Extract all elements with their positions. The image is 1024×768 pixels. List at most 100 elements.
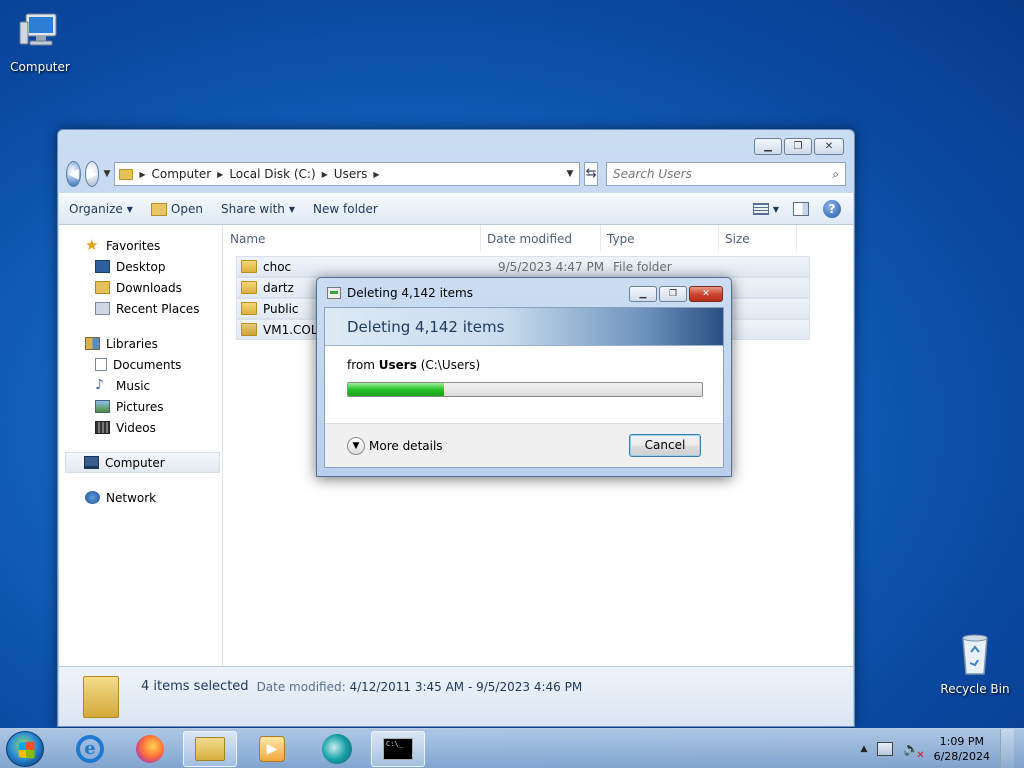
organize-button[interactable]: Organize ▼ bbox=[69, 202, 133, 216]
new-folder-label: New folder bbox=[313, 202, 378, 216]
nav-videos[interactable]: Videos bbox=[59, 417, 222, 438]
address-dropdown-icon[interactable]: ▼ bbox=[560, 169, 579, 179]
breadcrumb-local-disk[interactable]: Local Disk (C:) bbox=[229, 167, 315, 181]
share-with-button[interactable]: Share with ▼ bbox=[221, 202, 295, 216]
selection-count: 4 items selected bbox=[141, 679, 249, 694]
folder-icon bbox=[241, 302, 257, 315]
nav-favorites[interactable]: ★ Favorites bbox=[59, 235, 222, 256]
search-icon[interactable]: ⌕ bbox=[832, 167, 839, 182]
dialog-window-controls: ▁ ❐ ✕ bbox=[629, 286, 723, 302]
chevron-right-icon[interactable]: ▶ bbox=[322, 170, 328, 179]
address-bar[interactable]: ▶ Computer ▶ Local Disk (C:) ▶ Users ▶ ▼ bbox=[114, 162, 581, 186]
recent-places-icon bbox=[95, 302, 110, 315]
folder-icon bbox=[241, 281, 257, 294]
desktop-icon-computer[interactable]: Computer bbox=[0, 8, 80, 74]
taskbar-media-player[interactable]: ▶ bbox=[245, 731, 299, 767]
nav-desktop[interactable]: Desktop bbox=[59, 256, 222, 277]
nav-label: Pictures bbox=[116, 399, 164, 414]
more-details-label: More details bbox=[369, 438, 443, 453]
file-row[interactable]: choc 9/5/2023 4:47 PM File folder bbox=[236, 256, 810, 277]
navigation-bar: ◀ ▶ ▼ ▶ Computer ▶ Local Disk (C:) ▶ Use… bbox=[66, 161, 847, 187]
minimize-button[interactable]: ▁ bbox=[754, 138, 782, 155]
nav-documents[interactable]: Documents bbox=[59, 354, 222, 375]
windows-explorer-icon bbox=[195, 737, 225, 761]
new-folder-button[interactable]: New folder bbox=[313, 202, 378, 216]
desktop-icon bbox=[95, 260, 110, 273]
preview-pane-icon[interactable] bbox=[793, 202, 809, 216]
maximize-button[interactable]: ❐ bbox=[784, 138, 812, 155]
delete-progress-dialog[interactable]: Deleting 4,142 items ▁ ❐ ✕ Deleting 4,14… bbox=[316, 277, 732, 477]
taskbar-windows-explorer[interactable] bbox=[183, 731, 237, 767]
internet-explorer-icon: e bbox=[76, 735, 104, 763]
command-prompt-icon: C:\_ bbox=[383, 738, 413, 760]
breadcrumb-users[interactable]: Users bbox=[334, 167, 368, 181]
dialog-footer: ▼ More details Cancel bbox=[325, 423, 723, 467]
network-status-icon[interactable] bbox=[877, 742, 894, 756]
forward-button[interactable]: ▶ bbox=[84, 161, 100, 187]
nav-label: Videos bbox=[116, 420, 156, 435]
nav-pictures[interactable]: Pictures bbox=[59, 396, 222, 417]
desktop-icon-recycle-bin[interactable]: Recycle Bin bbox=[935, 630, 1015, 696]
selection-date-modified: Date modified: 4/12/2011 3:45 AM - 9/5/2… bbox=[257, 680, 583, 694]
pictures-icon bbox=[95, 400, 110, 413]
nav-libraries[interactable]: Libraries bbox=[59, 333, 222, 354]
downloads-icon bbox=[95, 281, 110, 294]
chevron-right-icon[interactable]: ▶ bbox=[373, 170, 379, 179]
from-path: (C:\Users) bbox=[420, 358, 481, 372]
dialog-close-button[interactable]: ✕ bbox=[689, 286, 723, 302]
search-placeholder: Search Users bbox=[613, 167, 692, 181]
caret-down-icon[interactable]: ▼ bbox=[773, 205, 779, 214]
progress-bar bbox=[347, 382, 703, 397]
refresh-button[interactable]: ⇆ bbox=[584, 162, 599, 186]
change-view-button[interactable]: ▼ bbox=[752, 203, 779, 215]
file-date: 9/5/2023 4:47 PM bbox=[498, 259, 605, 274]
help-icon[interactable]: ? bbox=[823, 200, 841, 218]
start-button[interactable] bbox=[6, 731, 44, 767]
from-folder: Users bbox=[378, 358, 417, 372]
show-desktop-button[interactable] bbox=[1000, 729, 1014, 768]
file-operation-icon bbox=[327, 287, 341, 299]
close-button[interactable]: ✕ bbox=[814, 138, 844, 155]
recent-pages-dropdown[interactable]: ▼ bbox=[103, 169, 110, 179]
nav-recent-places[interactable]: Recent Places bbox=[59, 298, 222, 319]
column-header-date-modified[interactable]: Date modified bbox=[481, 225, 601, 251]
nav-computer[interactable]: Computer bbox=[65, 452, 220, 473]
file-name: choc bbox=[263, 259, 292, 274]
nav-label: Downloads bbox=[116, 280, 182, 295]
folders-icon bbox=[83, 675, 119, 718]
nav-label: Favorites bbox=[106, 238, 161, 253]
more-details-toggle[interactable]: ▼ More details bbox=[347, 436, 443, 455]
cancel-button[interactable]: Cancel bbox=[629, 434, 701, 457]
chevron-right-icon[interactable]: ▶ bbox=[217, 170, 223, 179]
window-controls: ▁ ❐ ✕ bbox=[754, 138, 844, 155]
taskbar-command-prompt[interactable]: C:\_ bbox=[371, 731, 425, 767]
search-input[interactable]: Search Users ⌕ bbox=[606, 162, 847, 186]
command-bar: Organize ▼ Open Share with ▼ New folder … bbox=[59, 193, 853, 225]
ghost-app-icon bbox=[322, 734, 352, 764]
open-button[interactable]: Open bbox=[150, 202, 203, 216]
dialog-minimize-button[interactable]: ▁ bbox=[629, 286, 657, 302]
nav-network[interactable]: Network bbox=[59, 487, 222, 508]
date-modified-label: Date modified: bbox=[256, 679, 346, 694]
dialog-maximize-button[interactable]: ❐ bbox=[659, 286, 687, 302]
taskbar-firefox[interactable] bbox=[123, 731, 177, 767]
media-player-icon: ▶ bbox=[259, 736, 285, 762]
volume-muted-icon[interactable]: 🔈 ✕ bbox=[903, 742, 924, 761]
clock[interactable]: 1:09 PM 6/28/2024 bbox=[930, 734, 990, 764]
libraries-icon bbox=[85, 337, 100, 350]
taskbar: e ▶ C:\_ ▲ 🔈 ✕ 1:09 PM 6/28/2024 bbox=[0, 728, 1024, 768]
chevron-right-icon[interactable]: ▶ bbox=[139, 170, 145, 179]
column-header-size[interactable]: Size bbox=[719, 225, 797, 251]
back-button[interactable]: ◀ bbox=[66, 161, 81, 187]
column-header-name[interactable]: Name bbox=[224, 225, 481, 251]
nav-downloads[interactable]: Downloads bbox=[59, 277, 222, 298]
taskbar-internet-explorer[interactable]: e bbox=[63, 731, 117, 767]
show-hidden-icons-arrow-icon[interactable]: ▲ bbox=[860, 744, 867, 754]
breadcrumb-computer[interactable]: Computer bbox=[152, 167, 212, 181]
nav-music[interactable]: ♪ Music bbox=[59, 375, 222, 396]
column-header-type[interactable]: Type bbox=[601, 225, 719, 251]
network-icon bbox=[85, 491, 100, 504]
details-pane: 4 items selected Date modified: 4/12/201… bbox=[59, 666, 853, 726]
taskbar-ghost-app[interactable] bbox=[310, 731, 364, 767]
desktop-icon-label: Recycle Bin bbox=[940, 682, 1010, 696]
